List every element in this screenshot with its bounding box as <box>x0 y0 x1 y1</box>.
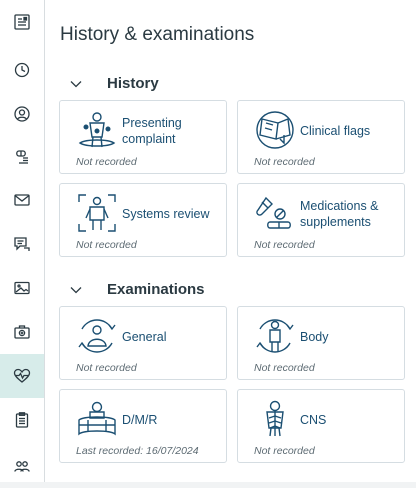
pill-icon <box>16 150 28 164</box>
card-label: Medications & supplements <box>300 199 379 229</box>
nav-summary[interactable] <box>0 0 44 44</box>
general-exam-icon <box>78 319 116 353</box>
sidebar <box>0 0 45 482</box>
chat-notes-icon <box>14 237 30 251</box>
card-dmr[interactable]: D/M/R Last recorded: 16/07/2024 <box>59 389 227 463</box>
nav-contacts[interactable] <box>0 92 44 136</box>
medical-kit-icon <box>14 325 30 339</box>
card-body[interactable]: Body Not recorded <box>237 306 405 380</box>
card-status: Not recorded <box>254 445 315 457</box>
card-systems-review[interactable]: Systems review Not recorded <box>59 183 227 257</box>
summary-icon <box>14 14 30 30</box>
card-status: Not recorded <box>254 239 315 251</box>
card-label: Body <box>300 330 329 344</box>
contacts-icon <box>14 106 30 122</box>
card-cns[interactable]: CNS Not recorded <box>237 389 405 463</box>
nav-care-team[interactable] <box>0 444 44 488</box>
clock-icon <box>14 62 30 78</box>
nav-medications[interactable] <box>0 134 44 178</box>
card-status: Not recorded <box>254 362 315 374</box>
people-icon <box>14 461 30 472</box>
nav-checklist[interactable] <box>0 398 44 442</box>
card-status: Last recorded: 16/07/2024 <box>76 445 199 457</box>
card-status: Not recorded <box>254 156 315 168</box>
card-label: D/M/R <box>122 413 158 427</box>
nav-notes[interactable] <box>0 222 44 266</box>
nav-medical-kit[interactable] <box>0 310 44 354</box>
card-label: Presenting complaint <box>122 116 182 146</box>
card-label: General <box>122 330 167 344</box>
card-status: Not recorded <box>76 362 137 374</box>
card-general[interactable]: General Not recorded <box>59 306 227 380</box>
clinical-flags-icon <box>256 111 294 149</box>
heartbeat-icon <box>13 368 31 383</box>
clipboard-icon <box>15 412 29 428</box>
dmr-icon <box>78 401 116 436</box>
presenting-complaint-icon <box>78 112 116 148</box>
chevron-down-icon <box>70 286 82 293</box>
nav-history-examinations[interactable] <box>0 354 44 398</box>
image-icon <box>14 281 30 295</box>
nav-messages[interactable] <box>0 178 44 222</box>
chevron-down-icon <box>70 80 82 87</box>
systems-review-icon <box>78 194 116 232</box>
card-status: Not recorded <box>76 239 137 251</box>
section-toggle-history[interactable]: History <box>69 75 159 92</box>
main-content: History & examinations History Presentin… <box>45 0 416 482</box>
card-medications-supplements[interactable]: Medications & supplements Not recorded <box>237 183 405 257</box>
card-label: Clinical flags <box>300 124 371 138</box>
page-title: History & examinations <box>60 24 255 45</box>
nav-images[interactable] <box>0 266 44 310</box>
section-title: Examinations <box>107 281 205 298</box>
card-presenting-complaint[interactable]: Presenting complaint Not recorded <box>59 100 227 174</box>
section-toggle-examinations[interactable]: Examinations <box>69 281 205 298</box>
nav-timeline[interactable] <box>0 48 44 92</box>
cns-icon <box>266 400 284 437</box>
card-status: Not recorded <box>76 156 137 168</box>
card-label: Systems review <box>122 207 210 221</box>
section-title: History <box>107 75 159 92</box>
medications-icon <box>256 196 291 229</box>
card-clinical-flags[interactable]: Clinical flags Not recorded <box>237 100 405 174</box>
card-label: CNS <box>300 413 327 427</box>
body-exam-icon <box>256 319 294 353</box>
envelope-icon <box>14 194 30 206</box>
